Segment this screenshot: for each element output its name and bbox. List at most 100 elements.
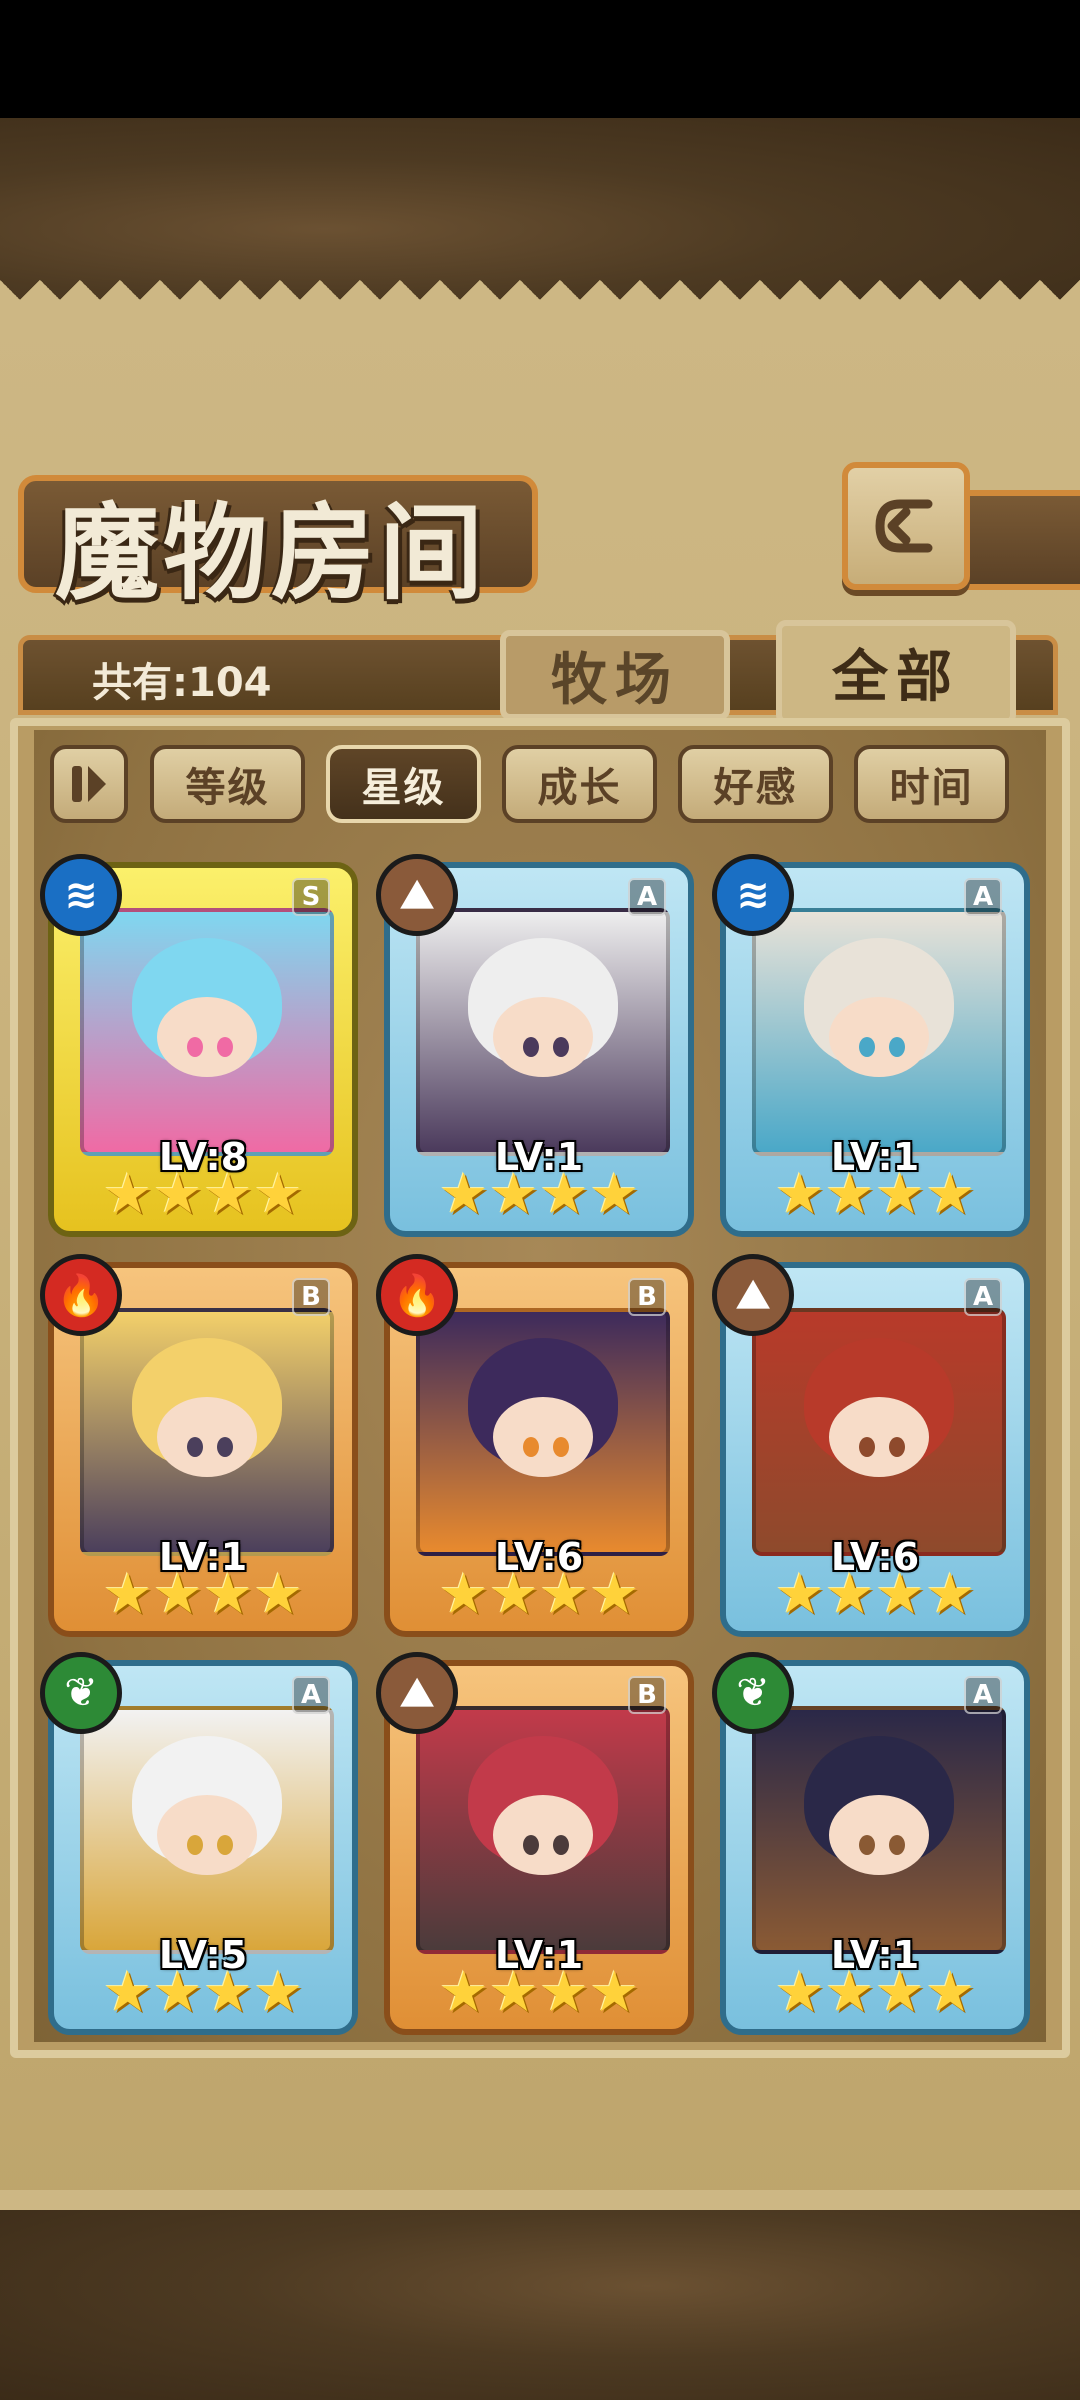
monster-stars: ★ ★ ★ ★: [775, 1167, 976, 1223]
tab-all[interactable]: 全部: [776, 620, 1016, 725]
monster-stars: ★ ★ ★ ★: [103, 1567, 304, 1623]
star-icon: ★: [102, 1162, 153, 1227]
monster-rank-badge: A: [292, 1676, 330, 1714]
monster-rank-badge: B: [628, 1676, 666, 1714]
monster-face: [829, 1794, 929, 1875]
star-icon: ★: [539, 1960, 590, 2025]
monster-portrait: [416, 1706, 670, 1954]
star-icon: ★: [438, 1162, 489, 1227]
tab-farm[interactable]: 牧场: [500, 630, 730, 720]
monster-eye: [216, 1036, 233, 1057]
monster-stars: ★ ★ ★ ★: [439, 1965, 640, 2021]
star-icon: ★: [438, 1960, 489, 2025]
fire-element-icon: 🔥: [376, 1254, 458, 1336]
star-icon: ★: [203, 1162, 254, 1227]
monster-face: [157, 996, 257, 1077]
star-icon: ★: [488, 1562, 539, 1627]
star-icon: ★: [539, 1562, 590, 1627]
monster-portrait: [80, 1308, 334, 1556]
sort-by-star-button[interactable]: 星级: [326, 745, 481, 823]
back-button[interactable]: [842, 462, 970, 590]
wood-element-icon: ❦: [40, 1652, 122, 1734]
monster-eye: [888, 1036, 905, 1057]
monster-face: [157, 1396, 257, 1477]
star-icon: ★: [203, 1562, 254, 1627]
monster-face: [493, 1794, 593, 1875]
water-element-icon: ≋: [40, 854, 122, 936]
earth-element-icon: ⛰: [712, 1254, 794, 1336]
star-icon: ★: [824, 1562, 875, 1627]
star-icon: ★: [774, 1162, 825, 1227]
star-icon: ★: [152, 1562, 203, 1627]
monster-card[interactable]: LV:1 ★ ★ ★ ★ A ≋: [712, 854, 1030, 1237]
star-icon: ★: [253, 1562, 304, 1627]
torn-edge-top: [0, 280, 1080, 320]
star-icon: ★: [774, 1562, 825, 1627]
monster-eye: [552, 1834, 569, 1855]
star-icon: ★: [925, 1562, 976, 1627]
monster-rank-badge: S: [292, 878, 330, 916]
monster-rank-badge: B: [292, 1278, 330, 1316]
monster-portrait: [752, 908, 1006, 1156]
star-icon: ★: [488, 1162, 539, 1227]
star-icon: ★: [102, 1960, 153, 2025]
star-icon: ★: [925, 1162, 976, 1227]
star-icon: ★: [152, 1960, 203, 2025]
monster-card[interactable]: LV:1 ★ ★ ★ ★ B 🔥: [40, 1254, 358, 1637]
monster-rank-badge: A: [628, 878, 666, 916]
page-title: 魔物房间: [55, 491, 488, 614]
monster-stars: ★ ★ ★ ★: [103, 1167, 304, 1223]
sort-by-growth-button[interactable]: 成长: [502, 745, 657, 823]
monster-stars: ★ ★ ★ ★: [439, 1167, 640, 1223]
monster-eye: [888, 1834, 905, 1855]
star-icon: ★: [589, 1562, 640, 1627]
monster-rank-badge: B: [628, 1278, 666, 1316]
star-icon: ★: [152, 1162, 203, 1227]
star-icon: ★: [589, 1960, 640, 2025]
star-icon: ★: [102, 1562, 153, 1627]
monster-stars: ★ ★ ★ ★: [439, 1567, 640, 1623]
sort-by-affection-button[interactable]: 好感: [678, 745, 833, 823]
monster-portrait: [752, 1706, 1006, 1954]
map-background-bottom: [0, 2210, 1080, 2400]
monster-stars: ★ ★ ★ ★: [775, 1965, 976, 2021]
map-background-top: [0, 118, 1080, 303]
fire-element-icon: 🔥: [40, 1254, 122, 1336]
earth-element-icon: ⛰: [376, 854, 458, 936]
earth-element-icon: ⛰: [376, 1652, 458, 1734]
star-icon: ★: [824, 1162, 875, 1227]
monster-eye: [216, 1436, 233, 1457]
monster-card[interactable]: LV:1 ★ ★ ★ ★ B ⛰: [376, 1652, 694, 2035]
monster-portrait: [80, 1706, 334, 1954]
monster-rank-badge: A: [964, 878, 1002, 916]
monster-stars: ★ ★ ★ ★: [775, 1567, 976, 1623]
monster-card[interactable]: LV:6 ★ ★ ★ ★ A ⛰: [712, 1254, 1030, 1637]
monster-card[interactable]: LV:1 ★ ★ ★ ★ A ⛰: [376, 854, 694, 1237]
monster-card[interactable]: LV:1 ★ ★ ★ ★ A ❦: [712, 1652, 1030, 2035]
monster-rank-badge: A: [964, 1676, 1002, 1714]
monster-face: [829, 1396, 929, 1477]
sort-order-toggle[interactable]: [50, 745, 128, 823]
sort-by-level-button[interactable]: 等级: [150, 745, 305, 823]
monster-eye: [216, 1834, 233, 1855]
monster-card[interactable]: LV:6 ★ ★ ★ ★ B 🔥: [376, 1254, 694, 1637]
sort-by-time-button[interactable]: 时间: [854, 745, 1009, 823]
monster-face: [829, 996, 929, 1077]
monster-card[interactable]: LV:5 ★ ★ ★ ★ A ❦: [40, 1652, 358, 2035]
play-pause-icon-arrow: [88, 766, 106, 802]
monster-count: 共有:104: [92, 660, 272, 706]
monster-card[interactable]: LV:8 ★ ★ ★ ★ S ≋: [40, 854, 358, 1237]
monster-portrait: [416, 1308, 670, 1556]
back-arrow-icon: [875, 499, 933, 553]
monster-portrait: [416, 908, 670, 1156]
monster-portrait: [80, 908, 334, 1156]
star-icon: ★: [253, 1960, 304, 2025]
monster-portrait: [752, 1308, 1006, 1556]
water-element-icon: ≋: [712, 854, 794, 936]
monster-face: [157, 1794, 257, 1875]
monster-stars: ★ ★ ★ ★: [103, 1965, 304, 2021]
monster-eye: [552, 1436, 569, 1457]
monster-face: [493, 996, 593, 1077]
star-icon: ★: [875, 1562, 926, 1627]
wood-element-icon: ❦: [712, 1652, 794, 1734]
